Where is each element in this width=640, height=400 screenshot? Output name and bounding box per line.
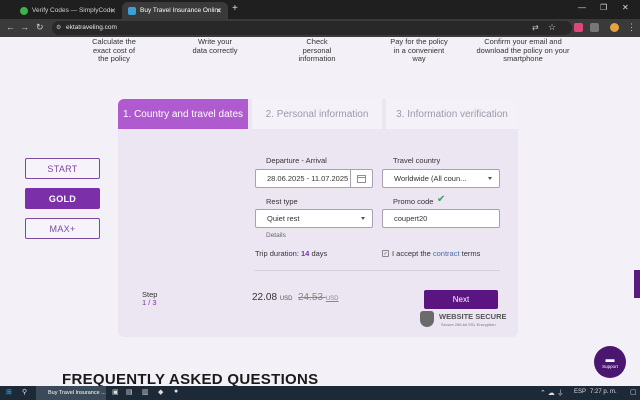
language-indicator[interactable]: ESP <box>574 389 586 395</box>
maximize-icon[interactable]: ❐ <box>600 3 607 12</box>
system-tray-icons[interactable]: ⌃ ☁ ⏚ <box>540 388 564 398</box>
departure-label: Departure - Arrival <box>266 156 327 165</box>
rest-type-select[interactable]: Quiet rest <box>255 209 373 228</box>
close-icon[interactable]: ✕ <box>110 7 116 15</box>
step-intro-pay: Pay for the policy in a convenient way <box>390 37 448 63</box>
bookmark-star-icon[interactable]: ☆ <box>548 22 556 33</box>
back-icon[interactable]: ← <box>6 22 15 32</box>
notifications-icon[interactable]: ▢ <box>630 388 637 396</box>
accept-terms-checkbox[interactable]: ✓ <box>382 250 389 257</box>
price-currency: USD <box>279 296 293 302</box>
taskbar-app-browser[interactable]: Buy Travel Insurance ... <box>36 386 106 400</box>
terms-suffix: terms <box>459 249 481 258</box>
shield-lock-icon <box>420 311 434 327</box>
old-price-currency: USD <box>325 296 339 302</box>
calendar-icon[interactable] <box>350 170 372 187</box>
tab-label: Buy Travel Insurance Online | Ekt <box>140 7 220 14</box>
tab-info-verification[interactable]: 3. Information verification <box>386 99 518 129</box>
chevron-down-icon <box>361 217 365 220</box>
contract-link[interactable]: contract <box>433 249 460 258</box>
step-intro-confirm: Confirm your email and download the poli… <box>476 37 570 63</box>
plan-gold-button[interactable]: GOLD <box>25 188 100 209</box>
trip-duration-label: Trip duration: <box>255 249 299 258</box>
file-explorer-icon[interactable]: ▣ <box>112 388 119 396</box>
country-label: Travel country <box>393 156 441 165</box>
clock[interactable]: 7:27 p. m. <box>590 389 617 395</box>
step-intro-calculate: Calculate the exact cost of the policy <box>92 37 136 63</box>
windows-taskbar: ⊞ ⚲ Buy Travel Insurance ... ▣ ▤ ▥ ◆ ● ⌃… <box>0 386 640 400</box>
close-window-icon[interactable]: ✕ <box>622 3 629 12</box>
windows-start-icon[interactable]: ⊞ <box>6 388 12 396</box>
checkmark-icon: ✔ <box>437 194 446 205</box>
step-counter: 1 / 3 <box>142 298 157 307</box>
extension-icon[interactable] <box>574 23 583 32</box>
minimize-icon[interactable]: — <box>578 3 586 12</box>
reload-icon[interactable]: ↻ <box>36 22 44 33</box>
app-icon[interactable]: ◆ <box>158 388 163 396</box>
translate-icon[interactable]: ⇄ <box>532 23 539 32</box>
address-bar[interactable]: ⚙ ektatraveling.com ⇄ ☆ <box>52 21 572 35</box>
extensions-puzzle-icon[interactable] <box>590 23 599 32</box>
promo-code-input[interactable]: coupert20 <box>382 209 500 228</box>
wizard-tabs: 1. Country and travel dates 2. Personal … <box>118 99 518 129</box>
accept-terms-text: I accept the contract terms <box>392 249 480 258</box>
ekta-favicon-icon <box>128 6 136 15</box>
promo-code-value: coupert20 <box>394 214 428 223</box>
app-icon[interactable]: ● <box>174 388 178 395</box>
word-icon[interactable]: ▥ <box>142 388 149 396</box>
price-value: 22.08 <box>252 292 278 303</box>
tab-label: Verify Codes — SimplyCodes <box>32 7 112 14</box>
country-value: Worldwide (All coun... <box>394 174 467 183</box>
support-chat-button[interactable]: ▬ Support <box>594 346 626 378</box>
chat-icon: ▬ <box>605 354 615 364</box>
browser-tab-ekta[interactable]: Buy Travel Insurance Online | Ekt ✕ <box>122 2 228 19</box>
trip-duration-unit: days <box>311 249 328 258</box>
rest-type-label: Rest type <box>266 197 298 206</box>
step-intro-check: Check personal information <box>298 37 336 63</box>
rest-type-value: Quiet rest <box>267 214 300 223</box>
terms-prefix: I accept the <box>392 249 433 258</box>
departure-date-input[interactable]: 28.06.2025 - 11.07.2025 <box>255 169 373 188</box>
tab-country-dates[interactable]: 1. Country and travel dates <box>118 99 248 129</box>
plan-start-button[interactable]: START <box>25 158 100 179</box>
tab-personal-info[interactable]: 2. Personal information <box>252 99 382 129</box>
trip-duration-value: 14 <box>301 249 310 258</box>
step-intro-write: Write your data correctly <box>192 37 238 55</box>
secure-subtitle: Secure 256-bit SSL Encryption <box>441 322 496 327</box>
plan-max-button[interactable]: MAX+ <box>25 218 100 239</box>
taskbar-app-label: Buy Travel Insurance ... <box>48 390 106 396</box>
divider <box>254 270 500 271</box>
new-tab-icon[interactable]: + <box>232 3 238 14</box>
trip-duration: Trip duration: 14 days <box>255 249 327 258</box>
details-link[interactable]: Details <box>266 232 286 239</box>
close-icon[interactable]: ✕ <box>216 7 222 15</box>
forward-icon[interactable]: → <box>20 22 29 32</box>
browser-tab-simplycodes[interactable]: Verify Codes — SimplyCodes ✕ <box>14 2 122 19</box>
simplycodes-favicon-icon <box>20 6 28 15</box>
browser-toolbar: ← → ↻ ⚙ ektatraveling.com ⇄ ☆ ⋮ <box>0 19 640 37</box>
site-info-icon[interactable]: ⚙ <box>56 24 61 31</box>
url-text: ektatraveling.com <box>66 24 117 31</box>
old-price-value: 24.53 <box>298 292 324 303</box>
browser-tab-bar: Verify Codes — SimplyCodes ✕ Buy Travel … <box>0 0 640 19</box>
promo-code-label: Promo code <box>393 197 434 206</box>
price: 22.08 USD <box>252 292 292 303</box>
country-select[interactable]: Worldwide (All coun... <box>382 169 500 188</box>
secure-title: WEBSITE SECURE <box>439 312 507 321</box>
support-label: Support <box>602 364 618 369</box>
profile-avatar[interactable] <box>610 23 619 32</box>
search-icon[interactable]: ⚲ <box>22 388 27 396</box>
side-feedback-tab[interactable] <box>634 270 640 298</box>
chevron-down-icon <box>488 177 492 180</box>
menu-icon[interactable]: ⋮ <box>627 22 636 33</box>
old-price: 24.53 USD <box>298 292 338 303</box>
excel-icon[interactable]: ▤ <box>126 388 133 396</box>
next-button[interactable]: Next <box>424 290 498 309</box>
departure-date-value: 28.06.2025 - 11.07.2025 <box>267 174 349 183</box>
